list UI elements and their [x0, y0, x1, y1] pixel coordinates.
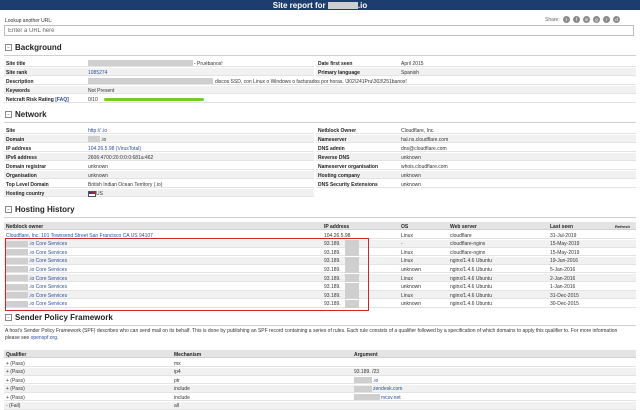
divider [4, 217, 636, 218]
network-row: Netblock Owner Cloudflare, Inc. [316, 126, 636, 134]
google-plus-icon[interactable]: g [593, 16, 600, 23]
network-row: Nameserver hal.ns.cloudflare.com [316, 135, 636, 143]
background-row: Site rank 1085274 [4, 68, 314, 76]
divider [4, 325, 636, 326]
reddit-icon[interactable]: r [603, 16, 610, 23]
linkedin-icon[interactable]: in [583, 16, 590, 23]
spf-header-row: Qualifier Mechanism Argument [4, 350, 636, 358]
hosting-history-heading[interactable]: − Hosting History [5, 205, 75, 214]
divider [4, 55, 636, 56]
network-row: Hosting company unknown [316, 171, 636, 179]
divider [4, 122, 636, 123]
network-row: Organisation unknown [4, 171, 314, 179]
background-row: Date first seen April 2015 [316, 59, 636, 67]
share-label: Share: [545, 17, 560, 23]
redacted-domain [327, 2, 358, 10]
table-row: + (Pass) include zendesk.com [4, 384, 636, 393]
risk-rating-bar [104, 97, 204, 101]
background-row: Netcraft Risk Rating [FAQ] 0/10 [4, 95, 636, 103]
network-row: Top Level Domain British Indian Ocean Ter… [4, 180, 314, 188]
background-row: Keywords Not Present [4, 86, 636, 94]
collapse-icon[interactable]: − [5, 314, 12, 322]
spf-heading[interactable]: − Sender Policy Framework [5, 313, 113, 322]
spf-description: A host's Sender Policy Framework (SPF) d… [5, 328, 618, 341]
network-row: Site http:// .io [4, 126, 314, 134]
background-heading[interactable]: − Background [5, 43, 62, 52]
openspf-link[interactable]: openspf.org. [31, 335, 59, 341]
network-row: Domain registrar unknown [4, 162, 314, 170]
network-row: DNS admin dns@cloudflare.com [316, 144, 636, 152]
highlight-box [5, 238, 369, 311]
network-row: Reverse DNS unknown [316, 153, 636, 161]
facebook-icon[interactable]: f [573, 16, 580, 23]
digg-icon[interactable]: d [613, 16, 620, 23]
collapse-icon[interactable]: − [5, 111, 12, 119]
network-row: IP address 104.26.5.98 (VirusTotal) [4, 144, 314, 152]
lookup-label: Lookup another URL: [5, 18, 53, 24]
collapse-icon[interactable]: − [5, 206, 12, 214]
table-row: + (Pass) include mcsv.net [4, 393, 636, 401]
background-row: Description discos SSD, con Linux o Wind… [4, 77, 636, 85]
table-row: + (Pass) ptr .io [4, 376, 636, 384]
network-row: Domain .io [4, 135, 314, 143]
lookup-url-input[interactable] [4, 25, 634, 36]
background-row: Site title - Pruébanos! [4, 59, 314, 67]
network-heading[interactable]: − Network [5, 110, 47, 119]
network-row: DNS Security Extensions unknown [316, 180, 636, 188]
network-row: IPv6 address 2606:4700:20:0:0:0:681a:462 [4, 153, 314, 161]
faq-link[interactable]: [FAQ] [55, 97, 69, 103]
background-row: Primary language Spanish [316, 68, 636, 76]
twitter-icon[interactable]: t [563, 16, 570, 23]
table-row: - (Fail) all [4, 401, 636, 410]
collapse-icon[interactable]: − [5, 44, 12, 52]
top-bar: Site report for .io [0, 0, 640, 10]
network-row: Hosting country US [4, 189, 314, 197]
table-row: + (Pass) mx [4, 359, 636, 367]
refresh-link[interactable]: Refresh [615, 224, 630, 229]
hosting-header-row: Netblock owner IP address OS Web server … [4, 222, 636, 230]
page-title: Site report for .io [272, 1, 368, 10]
network-row: Nameserver organisation whois.cloudflare.… [316, 162, 636, 170]
table-row: + (Pass) ip4 93.189. /23 [4, 367, 636, 376]
us-flag-icon [88, 191, 96, 197]
